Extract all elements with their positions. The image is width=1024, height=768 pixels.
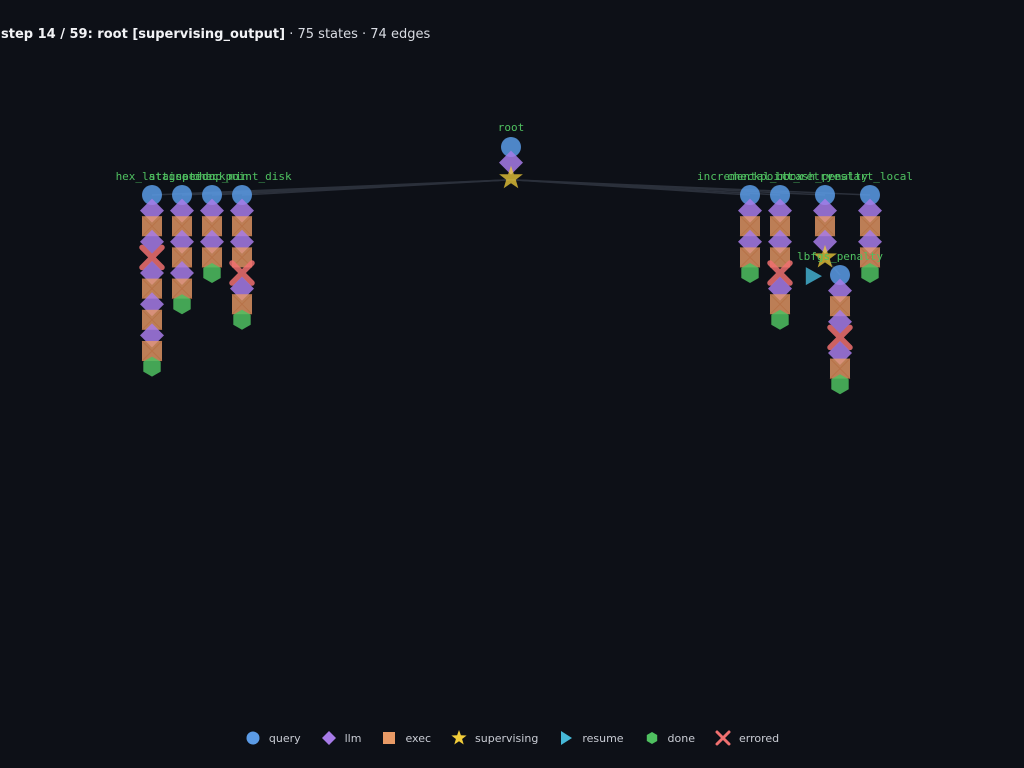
cross-icon (715, 730, 731, 746)
legend: query llm exec supervising resume done errored (0, 730, 1024, 746)
legend-label: exec (405, 731, 432, 745)
branch-checkpoint_disk-label: checkpoint_disk (192, 170, 292, 183)
legend-item-resume: resume (558, 730, 624, 746)
legend-item-query: query (245, 730, 301, 746)
legend-label: llm (344, 731, 362, 745)
legend-label: supervising (475, 731, 539, 745)
legend-item-llm: llm (321, 730, 362, 746)
legend-label: resume (582, 731, 624, 745)
branch-crash_penalty: crash_penalty (782, 170, 868, 286)
state-graph: roothex_latticestagnationspeedup_minchec… (116, 121, 913, 395)
branch-restart_local-label: restart_local (827, 170, 913, 183)
supervising-node (499, 165, 523, 189)
legend-label: errored (739, 731, 780, 745)
legend-item-done: done (644, 730, 695, 746)
edges (151, 179, 871, 276)
hexagon-icon (646, 732, 657, 744)
legend-label: done (667, 731, 695, 745)
legend-label: query (268, 731, 301, 745)
legend-item-exec: exec (381, 730, 431, 746)
star-icon (451, 730, 467, 745)
triangle-icon (561, 731, 573, 745)
branch-lbfgs_penalty-label: lbfgs_penalty (797, 250, 883, 263)
square-icon (383, 732, 396, 744)
legend-item-supervising: supervising (451, 730, 538, 746)
circle-icon (246, 731, 260, 745)
root-column-label: root (498, 121, 525, 134)
resume-node (805, 267, 822, 286)
root-column: root (498, 121, 525, 189)
legend-item-errored: errored (715, 730, 779, 746)
diamond-icon (321, 731, 336, 745)
